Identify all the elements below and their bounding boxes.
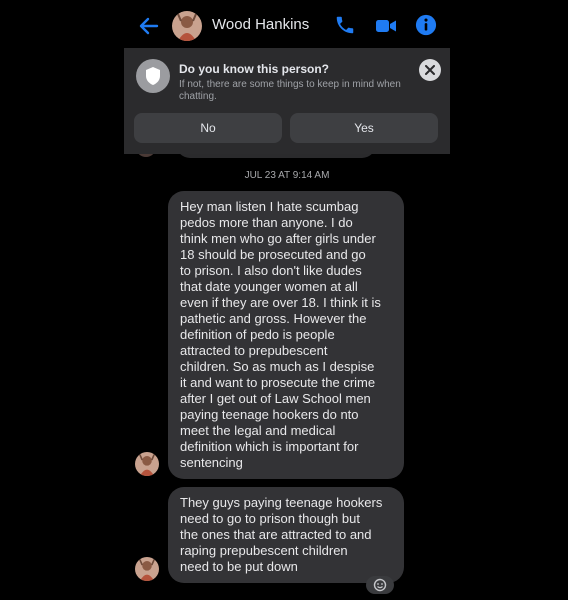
- contact-name[interactable]: Wood Hankins: [212, 16, 309, 33]
- unknown-contact-banner: Do you know this person? If not, there a…: [124, 48, 450, 154]
- contact-avatar[interactable]: [172, 11, 202, 41]
- info-icon[interactable]: [415, 14, 439, 38]
- phone-call-icon[interactable]: [334, 14, 358, 38]
- add-reaction-icon[interactable]: [366, 576, 394, 594]
- close-icon[interactable]: [419, 59, 441, 81]
- message-timestamp: JUL 23 AT 9:14 AM: [244, 170, 330, 181]
- video-call-icon[interactable]: [374, 14, 398, 38]
- message-bubble[interactable]: Hey man listen I hate scumbag pedos more…: [168, 191, 404, 479]
- banner-description: If not, there are some things to keep in…: [179, 79, 401, 102]
- sender-avatar[interactable]: [135, 557, 159, 581]
- message-bubble[interactable]: They guys paying teenage hookers need to…: [168, 487, 404, 583]
- sender-avatar[interactable]: [135, 452, 159, 476]
- no-button[interactable]: No: [134, 113, 282, 143]
- back-arrow-icon[interactable]: [137, 14, 161, 38]
- yes-button[interactable]: Yes: [290, 113, 438, 143]
- banner-title: Do you know this person?: [179, 62, 330, 76]
- shield-icon: [136, 59, 170, 93]
- chat-header: Wood Hankins: [0, 0, 568, 50]
